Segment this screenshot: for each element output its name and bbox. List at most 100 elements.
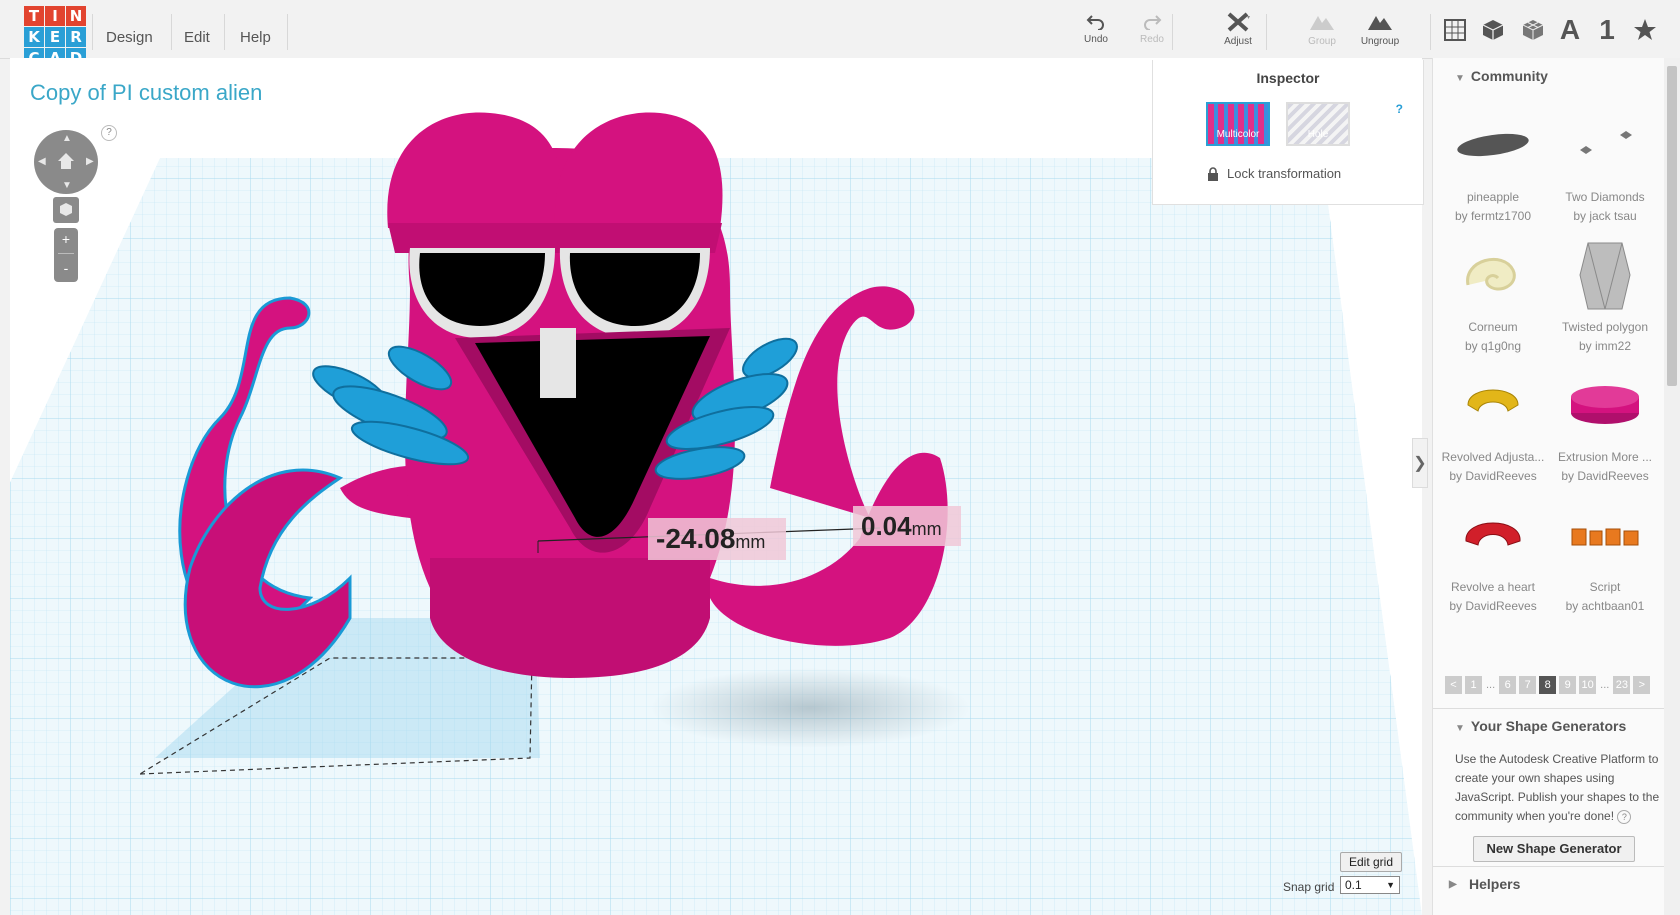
community-shape[interactable]: Revolve a heart by DavidReeves [1437, 492, 1549, 616]
menu-help[interactable]: Help [240, 20, 271, 54]
dimension-x-label[interactable]: -24.08mm [648, 518, 786, 560]
ungroup-label: Ungroup [1360, 36, 1400, 47]
scrollbar-thumb[interactable] [1667, 66, 1677, 386]
community-shape[interactable]: Revolved Adjusta... by DavidReeves [1437, 362, 1549, 486]
menu-design[interactable]: Design [106, 20, 153, 54]
star-icon[interactable] [1632, 14, 1658, 46]
shape-name: Two Diamonds [1565, 190, 1645, 204]
shape-author: by DavidReeves [1561, 469, 1649, 483]
revolved-adjustable-thumbnail [1467, 389, 1519, 412]
home-icon [58, 153, 74, 169]
new-shape-generator-button[interactable]: New Shape Generator [1473, 836, 1635, 862]
community-shape[interactable]: Corneum by q1g0ng [1437, 232, 1549, 356]
inspector-title: Inspector [1256, 70, 1320, 86]
shape-name: Revolve a heart [1450, 580, 1536, 594]
solid-cube-icon[interactable] [1480, 14, 1506, 46]
shape-author: by jack tsau [1573, 209, 1637, 223]
sidebar-collapse-toggle[interactable]: ❯ [1412, 438, 1428, 488]
community-header[interactable]: ▼ Community [1455, 68, 1548, 84]
chevron-down-icon: ▼ [1386, 880, 1395, 890]
redo-button[interactable]: Redo [1122, 12, 1182, 45]
inspector-help-icon[interactable]: ? [1396, 102, 1403, 116]
undo-label: Undo [1084, 34, 1108, 45]
lock-label: Lock transformation [1227, 166, 1342, 181]
pager-prev[interactable]: < [1445, 676, 1462, 694]
toolbar-divider [1172, 14, 1173, 50]
undo-icon [1086, 15, 1104, 30]
shape-name: Revolved Adjusta... [1441, 450, 1545, 464]
undo-button[interactable]: Undo [1066, 12, 1126, 45]
lock-icon [1208, 166, 1218, 181]
multicolor-swatch[interactable]: Multicolor [1206, 102, 1270, 146]
arrow-right-icon[interactable]: ▶ [86, 156, 94, 167]
hole-label: Hole [1307, 129, 1329, 140]
multicolor-label: Multicolor [1216, 129, 1260, 140]
pager-page[interactable]: 10 [1579, 676, 1597, 694]
cube-icon [60, 203, 72, 216]
twisted-polygon-thumbnail [1579, 242, 1631, 310]
arrow-down-icon[interactable]: ▼ [62, 180, 72, 191]
alien-body-base [430, 558, 710, 678]
edit-grid-button[interactable]: Edit grid [1340, 852, 1403, 872]
zoom-divider [58, 253, 74, 254]
chevron-right-icon: ▶ [1449, 879, 1457, 890]
corneum-thumbnail [1466, 257, 1516, 291]
shape-author: by DavidReeves [1449, 599, 1537, 613]
shape-author: by q1g0ng [1464, 339, 1522, 353]
pager-page[interactable]: 6 [1499, 676, 1517, 694]
view-orbit-control[interactable]: ▲ ▼ ◀ ▶ [34, 130, 98, 194]
community-shape[interactable]: Twisted polygon by imm22 [1549, 232, 1661, 356]
pager-page[interactable]: 9 [1559, 676, 1577, 694]
pager-page[interactable]: 1 [1465, 676, 1482, 694]
pager-page[interactable]: 7 [1519, 676, 1537, 694]
shape-name: Extrusion More ... [1557, 450, 1653, 464]
dimension-y-unit: mm [911, 519, 942, 539]
lock-transformation-toggle[interactable]: Lock transformation [1207, 166, 1341, 181]
helpers-title: Helpers [1469, 876, 1521, 892]
script-thumbnail [1571, 528, 1639, 546]
zoom-out-icon[interactable]: - [54, 260, 78, 276]
arrow-left-icon[interactable]: ◀ [38, 156, 46, 167]
workplane-icon[interactable] [1443, 14, 1467, 46]
helpers-header[interactable]: ▶ Helpers [1449, 876, 1521, 892]
pager-current-page[interactable]: 8 [1539, 676, 1557, 694]
pager-page[interactable]: 23 [1613, 676, 1631, 694]
group-button[interactable]: Group [1292, 12, 1352, 47]
dimension-y-label[interactable]: 0.04mm [853, 506, 961, 546]
zoom-control[interactable]: + - [54, 228, 78, 282]
shape-name: Script [1589, 580, 1621, 594]
community-shape[interactable]: pineapple by fermtz1700 [1437, 102, 1549, 226]
snap-grid-label: Snap grid [1283, 880, 1335, 894]
shape-author: by achtbaan01 [1565, 599, 1645, 613]
snap-grid-select[interactable]: 0.1 ▼ [1340, 876, 1400, 894]
zoom-in-icon[interactable]: + [54, 231, 78, 247]
community-shape[interactable]: Extrusion More ... by DavidReeves [1549, 362, 1661, 486]
adjust-button[interactable]: Adjust [1208, 12, 1268, 47]
design-title[interactable]: Copy of PI custom alien [30, 80, 262, 106]
community-shape[interactable]: Script by achtbaan01 [1549, 492, 1661, 616]
top-bar: T I N K E R C A D Design Edit Help Undo … [0, 0, 1680, 68]
alien-tooth [540, 328, 576, 398]
wireframe-cube-icon[interactable] [1520, 14, 1546, 46]
shape-generators-description: Use the Autodesk Creative Platform to cr… [1455, 750, 1663, 826]
pager-next[interactable]: > [1633, 676, 1651, 694]
arrow-up-icon[interactable]: ▲ [62, 133, 72, 144]
menu-edit[interactable]: Edit [184, 20, 210, 54]
section-divider [1433, 866, 1665, 867]
number-shape-icon[interactable]: 1 [1596, 14, 1618, 46]
navigation-help-icon[interactable]: ? [101, 125, 117, 141]
community-pager: < 1 ... 6 7 8 9 10 ... 23 > [1445, 676, 1651, 694]
hole-swatch[interactable]: Hole [1286, 102, 1350, 146]
section-divider [1433, 708, 1665, 709]
community-shape[interactable]: Two Diamonds by jack tsau [1549, 102, 1661, 226]
generators-help-icon[interactable]: ? [1617, 810, 1632, 824]
shape-name: Corneum [1468, 320, 1518, 334]
text-shape-icon[interactable]: A [1558, 14, 1582, 46]
shape-generators-header[interactable]: ▼ Your Shape Generators [1455, 718, 1626, 734]
view-cube-button[interactable] [53, 197, 79, 223]
ungroup-button[interactable]: Ungroup [1350, 12, 1410, 47]
menu-divider [92, 14, 93, 50]
shape-author: by DavidReeves [1449, 469, 1537, 483]
redo-icon [1144, 15, 1162, 30]
sidebar-scrollbar[interactable] [1664, 58, 1680, 915]
